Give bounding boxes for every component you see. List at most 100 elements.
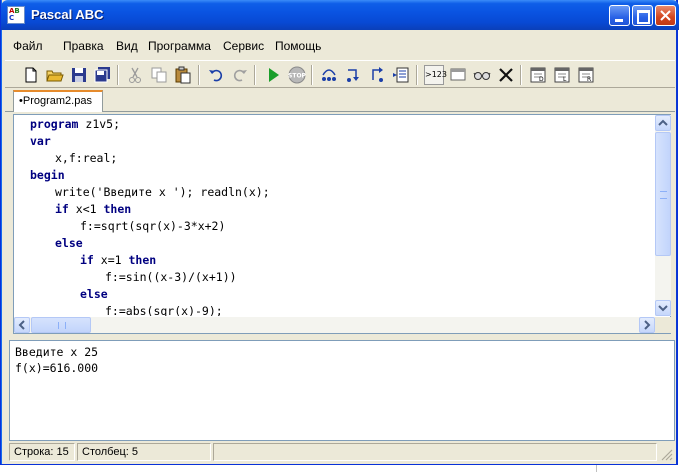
- toolbar: STOP >123 D L R: [5, 60, 675, 88]
- debug-window-1-icon[interactable]: D: [528, 65, 548, 85]
- step-out-icon[interactable]: [367, 65, 387, 85]
- save-all-icon[interactable]: [93, 65, 113, 85]
- new-file-icon[interactable]: [21, 65, 41, 85]
- resize-grip-icon[interactable]: [659, 447, 673, 461]
- code-line: write('Введите x '); readln(x);: [55, 185, 270, 202]
- step-over-icon[interactable]: [319, 65, 339, 85]
- save-icon[interactable]: [69, 65, 89, 85]
- main-window: AB C Pascal ABC Файл Правка Вид Программ…: [0, 0, 679, 465]
- chevron-down-icon: [658, 305, 668, 312]
- stop-icon[interactable]: STOP: [287, 65, 307, 85]
- debug-window-3-icon[interactable]: R: [576, 65, 596, 85]
- code-editor[interactable]: program z1v5; var x,f:real; begin write('Вве…: [13, 114, 671, 334]
- code-line: if x<1 then: [55, 202, 131, 219]
- code-keyword: else: [80, 287, 108, 301]
- delete-icon[interactable]: [496, 65, 516, 85]
- code-keyword: begin: [30, 168, 65, 182]
- svg-text:R: R: [587, 76, 591, 83]
- tab-program2[interactable]: •Program2.pas: [13, 90, 103, 112]
- toolbar-separator: [117, 65, 119, 85]
- horizontal-scrollbar[interactable]: [14, 317, 655, 333]
- toolbar-separator: [254, 65, 256, 85]
- menu-help[interactable]: Помощь: [275, 39, 321, 53]
- document-tab-row: •Program2.pas: [5, 90, 675, 112]
- pascal-abc-app-icon[interactable]: AB C: [7, 6, 25, 24]
- code-text: z1v5;: [78, 117, 121, 131]
- copy-icon[interactable]: [149, 65, 169, 85]
- chevron-left-icon: [18, 320, 25, 330]
- redo-icon[interactable]: [230, 65, 250, 85]
- background-edge: [596, 465, 597, 472]
- scroll-left-button[interactable]: [14, 317, 30, 333]
- scroll-down-button[interactable]: [655, 300, 671, 316]
- code-text: write('Введите x '); readln(x);: [55, 185, 270, 199]
- code-line: else: [80, 287, 108, 304]
- title-bar[interactable]: AB C Pascal ABC: [1, 0, 679, 30]
- app-icon-letter-c: C: [9, 14, 15, 22]
- menu-view[interactable]: Вид: [116, 39, 138, 53]
- run-icon[interactable]: [263, 65, 283, 85]
- status-row: Строка: 15: [9, 443, 75, 461]
- menu-edit[interactable]: Правка: [63, 39, 104, 53]
- open-folder-icon[interactable]: [45, 65, 65, 85]
- scroll-grip: [660, 191, 667, 199]
- code-line: else: [55, 236, 83, 253]
- code-line: f:=sqrt(sqr(x)-3*x+2): [80, 219, 225, 236]
- toolbar-separator: [198, 65, 200, 85]
- code-text: x,f:real;: [55, 151, 118, 165]
- chevron-up-icon: [658, 119, 668, 126]
- debug-window-2-icon[interactable]: L: [552, 65, 572, 85]
- menu-service[interactable]: Сервис: [223, 39, 264, 53]
- code-keyword: program: [30, 117, 79, 131]
- code-line: program z1v5;: [30, 117, 120, 134]
- scroll-right-button[interactable]: [639, 317, 655, 333]
- glasses-icon[interactable]: [472, 65, 492, 85]
- paste-icon[interactable]: [173, 65, 193, 85]
- scroll-grip: [58, 322, 66, 329]
- app-icon-letter-b: B: [14, 7, 20, 15]
- code-line: var: [30, 134, 51, 151]
- code-keyword: then: [103, 202, 132, 216]
- eval-expression-icon[interactable]: >123: [424, 65, 447, 85]
- maximize-button[interactable]: [632, 5, 653, 26]
- code-line: x,f:real;: [55, 151, 117, 168]
- code-text: f:=abs(sqr(x)-9);: [105, 304, 223, 316]
- status-bar: Строка: 15 Столбец: 5: [5, 443, 675, 461]
- chevron-right-icon: [644, 320, 651, 330]
- output-line: f(x)=616.000: [15, 361, 99, 375]
- code-line: begin: [30, 168, 65, 185]
- vertical-scrollbar[interactable]: [655, 115, 671, 316]
- svg-text:STOP: STOP: [288, 73, 307, 80]
- code-line: if x=1 then: [80, 253, 156, 270]
- toolbar-separator: [520, 65, 522, 85]
- window-icon[interactable]: [448, 65, 468, 85]
- close-button[interactable]: [655, 5, 676, 26]
- menu-file[interactable]: Файл: [13, 39, 43, 53]
- code-text: x=1: [93, 253, 129, 267]
- window-title: Pascal ABC: [31, 7, 104, 22]
- minimize-button[interactable]: [609, 5, 630, 26]
- code-line: f:=abs(sqr(x)-9);: [105, 304, 223, 316]
- code-area[interactable]: program z1v5; var x,f:real; begin write('Вве…: [30, 115, 655, 316]
- code-text: x<1: [68, 202, 104, 216]
- close-icon: [660, 10, 671, 21]
- code-keyword: var: [30, 134, 51, 148]
- watch-list-icon[interactable]: [391, 65, 411, 85]
- cut-icon[interactable]: [125, 65, 145, 85]
- scrollbar-corner: [655, 317, 671, 333]
- output-panel[interactable]: Введите x 25 f(x)=616.000: [9, 340, 675, 441]
- code-keyword: then: [128, 253, 157, 267]
- toolbar-separator: [311, 65, 313, 85]
- horizontal-scroll-thumb[interactable]: [31, 317, 91, 333]
- menu-program[interactable]: Программа: [148, 39, 211, 53]
- code-keyword: else: [55, 236, 83, 250]
- svg-text:D: D: [539, 76, 544, 83]
- step-into-icon[interactable]: [343, 65, 363, 85]
- code-line: f:=sin((x-3)/(x+1)): [105, 270, 237, 287]
- menu-bar: Файл Правка Вид Программа Сервис Помощь: [5, 33, 675, 57]
- status-column: Столбец: 5: [77, 443, 211, 461]
- scroll-up-button[interactable]: [655, 115, 671, 131]
- vertical-scroll-thumb[interactable]: [655, 132, 671, 256]
- code-text: f:=sin((x-3)/(x+1)): [105, 270, 237, 284]
- undo-icon[interactable]: [206, 65, 226, 85]
